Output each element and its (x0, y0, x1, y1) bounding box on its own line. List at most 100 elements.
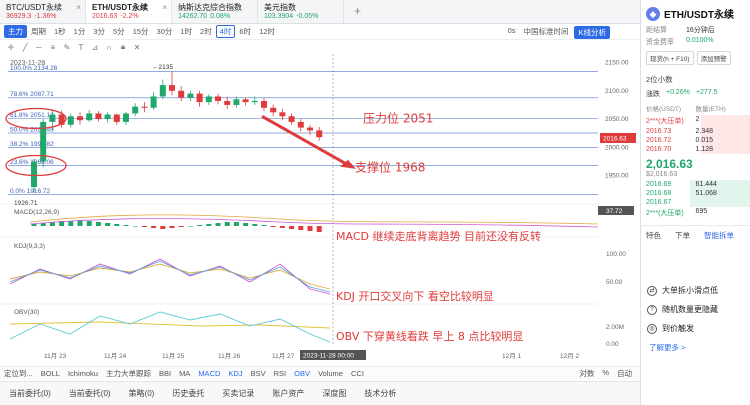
tab-trade-records[interactable]: 买卖记录 (213, 388, 263, 399)
tab-name: ETH/USDT永续 (92, 3, 148, 12)
random-icon: ? (647, 304, 657, 315)
ask-row[interactable]: 2016.72 0.015 (641, 136, 750, 145)
text-icon[interactable]: T (74, 43, 88, 52)
crosshair-icon[interactable]: ✛ (4, 43, 18, 52)
tab-feature[interactable]: 特色 (646, 230, 661, 241)
tab-change: -1.36% (34, 13, 57, 20)
interval-4h[interactable]: 4时 (215, 25, 236, 38)
fib-icon[interactable]: ≡ (46, 43, 60, 52)
obv-tick: 0.00 (606, 341, 619, 348)
bid-row[interactable]: 2016.67 (641, 198, 750, 207)
tab-dxy[interactable]: 美元指数 103.3904 -0.05% (258, 0, 344, 23)
indicator-obv[interactable]: OBV (290, 369, 314, 378)
tab-order[interactable]: 下单 (675, 230, 690, 241)
add-tab-icon[interactable]: + (344, 0, 371, 23)
tab-current-orders-2[interactable]: 当前委托(0) (60, 388, 120, 399)
learn-more-link[interactable]: 了解更多 > (641, 338, 750, 357)
tab-history-orders[interactable]: 历史委托 (163, 388, 213, 399)
add-alert-button[interactable]: 添加预警 (696, 51, 731, 65)
interval-3m[interactable]: 3分 (89, 26, 109, 37)
magnet-icon[interactable]: ∩ (102, 43, 116, 52)
obv-tick: 2.00M (606, 324, 624, 331)
support-text: 支撑位 1968 (355, 160, 425, 175)
tab-account-assets[interactable]: 账户资产 (263, 388, 313, 399)
settlement-row: 距结算 16分钟后 (646, 27, 715, 34)
macd-bar (68, 221, 74, 226)
candle-body (141, 106, 148, 108)
tab-btc-usdt[interactable]: BTC/USDT永续 36929.3 -1.36% × (0, 0, 86, 23)
macd-value: 37.72 (606, 208, 623, 215)
precision-select[interactable]: 2位小数 (641, 68, 750, 87)
indicator-bsv[interactable]: BSV (247, 369, 270, 378)
interval-5m[interactable]: 5分 (109, 26, 129, 37)
tab-current-orders[interactable]: 当前委托(0) (0, 388, 60, 399)
macd-bar (31, 224, 37, 226)
candle-body (261, 100, 267, 108)
indicator-cci[interactable]: CCI (347, 369, 368, 378)
timezone-select[interactable]: 中国标准时间 (519, 26, 572, 39)
interval-1s[interactable]: 1秒 (50, 26, 70, 37)
tab-depth-chart[interactable]: 深度图 (313, 388, 355, 399)
tab-nasdaq[interactable]: 纳斯达克综合指数 14262.70 0.08% (172, 0, 258, 23)
interval-1m[interactable]: 1分 (70, 26, 90, 37)
ask-row[interactable]: 2016.73 2.348 (641, 127, 750, 136)
tab-price: 2016.63 (92, 13, 118, 20)
tab-technical-analysis[interactable]: 技术分析 (355, 388, 405, 399)
bid-row[interactable]: 2016.69 61.444 (641, 180, 750, 189)
tab-eth-usdt[interactable]: ETH/USDT永续 2016.63 -2.2% × (86, 0, 172, 23)
candle-body (104, 114, 111, 120)
price-chart[interactable]: 2023-11-28 100.0% 2134.2678.6% 2087.7161… (0, 54, 640, 364)
candle-body (316, 130, 323, 138)
interval-6h[interactable]: 6时 (235, 26, 255, 37)
candle-body (215, 96, 221, 101)
tab-strategy[interactable]: 策略(0) (120, 388, 164, 399)
indicator-ma[interactable]: MA (175, 369, 194, 378)
tab-change: -2.2% (120, 13, 139, 20)
interval-30m[interactable]: 30分 (153, 26, 177, 37)
macd-pane: MACD(12,26,9) 37.72 (0, 203, 634, 232)
indicator-ichimoku[interactable]: Ichimoku (64, 369, 102, 378)
indicator-volume[interactable]: Volume (314, 369, 347, 378)
interval-1h[interactable]: 1时 (176, 26, 196, 37)
tab-smart-split[interactable]: 智能拆单 (704, 230, 734, 241)
lock-icon[interactable]: 🔒︎ (116, 42, 130, 52)
split-icon: ⇄ (647, 285, 657, 296)
indicator-macd[interactable]: MACD (194, 369, 224, 378)
log-scale-toggle[interactable]: 对数 (575, 368, 598, 379)
ask-row[interactable]: 2016.70 1.128 (641, 145, 750, 154)
trend-line-icon[interactable]: ╱ (18, 43, 32, 52)
tab-change: -0.05% (296, 13, 319, 20)
ask-row[interactable]: 2***(大压单) 2 (641, 115, 750, 127)
indicator-boll[interactable]: BOLL (37, 369, 64, 378)
symbol-tab-bar: BTC/USDT永续 36929.3 -1.36% × ETH/USDT永续 20… (0, 0, 640, 24)
indicator-kdj[interactable]: KDJ (224, 369, 246, 378)
x-tick: 12月 2 (560, 352, 580, 360)
candle-body (67, 116, 74, 125)
close-icon[interactable]: × (76, 3, 81, 12)
bid-row[interactable]: 2***(大压单) 695 (641, 207, 750, 219)
indicator-bbi[interactable]: BBI (155, 369, 175, 378)
macd-bar (105, 223, 111, 226)
indicator-big-order[interactable]: 主力大单跟踪 (102, 368, 155, 379)
horizontal-line-icon[interactable]: ─ (32, 43, 46, 52)
measure-icon[interactable]: ⊿ (88, 43, 102, 52)
locate-button[interactable]: 定位到... (0, 368, 37, 379)
candle-body (196, 93, 203, 103)
interval-12h[interactable]: 12时 (255, 26, 279, 37)
trash-icon[interactable]: ✕ (130, 43, 144, 52)
interval-2h[interactable]: 2时 (196, 26, 216, 37)
brush-icon[interactable]: ✎ (60, 43, 74, 52)
auto-toggle[interactable]: 自动 (613, 368, 636, 379)
bid-row[interactable]: 2016.68 51.068 (641, 189, 750, 198)
kdj-text: KDJ 开口交叉向下 看空比较明显 (336, 289, 494, 303)
last-price-usd: $2,016.63 (646, 171, 678, 178)
last-price: 2,016.63 (646, 157, 693, 171)
spot-button[interactable]: 现货(h + F10) (646, 51, 694, 65)
main-chart-button[interactable]: 主力 (4, 25, 27, 38)
interval-15m[interactable]: 15分 (129, 26, 153, 37)
close-icon[interactable]: × (162, 3, 167, 12)
interval-cycle[interactable]: 周期 (27, 26, 50, 37)
percent-toggle[interactable]: % (598, 368, 613, 379)
indicator-rsi[interactable]: RSI (270, 369, 291, 378)
kline-analysis-button[interactable]: K线分析 (574, 26, 610, 39)
